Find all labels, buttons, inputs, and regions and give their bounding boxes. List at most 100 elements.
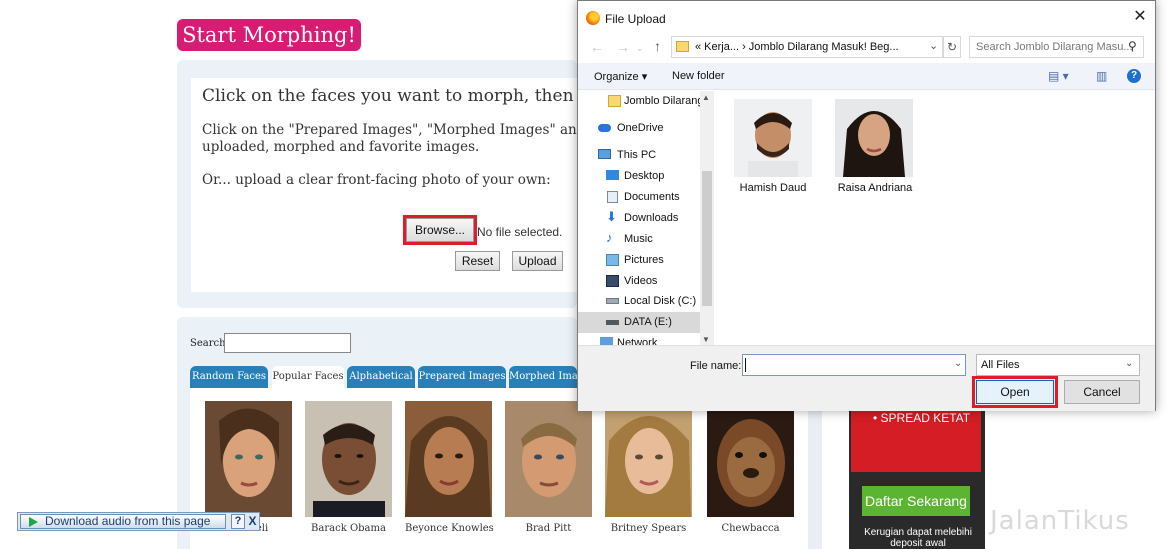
face-thumbnail[interactable] [605, 401, 692, 517]
nav-item-label: Music [624, 233, 653, 245]
nav-item-documents[interactable]: Documents [578, 187, 700, 208]
dialog-toolbar: Organize ▾ New folder ▤ ▾ ▥ ? [578, 63, 1155, 90]
ad-disclaimer: Kerugian dapat melebihi deposit awal [864, 527, 972, 549]
cancel-button[interactable]: Cancel [1064, 380, 1140, 404]
download-audio-bar: Download audio from this page ? X [17, 512, 260, 531]
nav-item-pictures[interactable]: Pictures [578, 250, 700, 271]
download-audio-link[interactable]: Download audio from this page [20, 514, 226, 529]
back-arrow-icon[interactable]: ← [590, 39, 604, 55]
file-type-select[interactable]: All Files ⌄ [976, 354, 1140, 376]
face-thumbnail[interactable] [707, 401, 794, 517]
chevron-down-icon: ⌄ [1125, 358, 1134, 369]
file-thumbnail[interactable] [734, 99, 812, 177]
face-search-input[interactable] [224, 333, 351, 353]
music-icon: ♪ [606, 230, 613, 245]
nav-item-label: This PC [617, 149, 657, 161]
cloud-icon [598, 124, 611, 132]
file-name-label[interactable]: Hamish Daud [734, 182, 812, 194]
folder-search-input[interactable]: Search Jomblo Dilarang Masu... ⚲ [969, 36, 1144, 58]
faces-scrollbar[interactable] [808, 410, 822, 549]
help-button[interactable]: ? [231, 514, 245, 529]
firefox-icon [586, 11, 600, 25]
nav-item-label: OneDrive [617, 122, 664, 134]
scroll-up-icon[interactable]: ▲ [702, 93, 710, 102]
search-placeholder: Search Jomblo Dilarang Masu... [976, 41, 1133, 53]
chevron-down-icon[interactable]: ⌄ [954, 358, 962, 369]
nav-item-data-drive[interactable]: DATA (E:) [578, 312, 700, 333]
desktop-icon [606, 170, 619, 180]
up-arrow-icon[interactable]: ↑ [654, 38, 661, 54]
organize-button[interactable]: Organize ▾ [594, 70, 647, 83]
face-thumbnail[interactable] [305, 401, 392, 517]
upload-button[interactable]: Upload [512, 251, 563, 271]
intro-heading: Click on the faces you want to morph, th… [202, 86, 577, 106]
file-name-label-text: File name: [690, 360, 742, 372]
tab-morphed-images[interactable]: Morphed Imag [509, 366, 577, 388]
file-thumbnail[interactable] [835, 99, 913, 177]
open-button[interactable]: Open [972, 376, 1058, 408]
dialog-title: File Upload [605, 12, 666, 26]
close-icon[interactable]: ✕ [1130, 7, 1150, 27]
ad-headline: • SPREAD KETAT [851, 410, 981, 472]
help-icon[interactable]: ? [1127, 69, 1141, 83]
ad-cta-button[interactable]: Daftar Sekarang [862, 486, 970, 516]
network-icon [600, 337, 613, 345]
preview-pane-icon[interactable]: ▥ [1096, 69, 1107, 83]
nav-item-onedrive[interactable]: OneDrive [578, 118, 700, 139]
nav-item-label: Desktop [624, 170, 665, 182]
nav-item-jomblo[interactable]: Jomblo Dilarang [578, 91, 704, 112]
address-bar[interactable]: « Kerja... › Jomblo Dilarang Masuk! Beg.… [671, 36, 943, 58]
text-caret [745, 358, 746, 372]
intro-text: Click on the "Prepared Images", "Morphed… [202, 122, 577, 155]
tab-alphabetical[interactable]: Alphabetical [347, 366, 415, 388]
file-name-input[interactable]: ⌄ [742, 354, 966, 376]
nav-item-label: Local Disk (C:) [624, 295, 697, 307]
refresh-icon[interactable]: ↻ [943, 36, 961, 58]
chevron-down-icon[interactable]: ⌄ [929, 39, 938, 52]
face-thumbnail[interactable] [405, 401, 492, 517]
file-name-label[interactable]: Raisa Andriana [830, 182, 920, 194]
new-folder-button[interactable]: New folder [672, 70, 725, 82]
nav-item-this-pc[interactable]: This PC [578, 145, 700, 166]
nav-item-label: Downloads [624, 212, 679, 224]
upload-prompt: Or... upload a clear front-facing photo … [202, 172, 551, 188]
nav-item-music[interactable]: ♪ Music [578, 229, 700, 250]
tab-popular-faces[interactable]: Popular Faces [272, 366, 344, 388]
forward-arrow-icon[interactable]: → [616, 39, 630, 55]
face-thumbnail[interactable] [205, 401, 292, 517]
download-audio-label: Download audio from this page [45, 514, 211, 528]
nav-item-label: Network [617, 337, 658, 345]
nav-item-label: Jomblo Dilarang [624, 95, 704, 107]
face-name: Barack Obama [311, 523, 386, 534]
nav-item-downloads[interactable]: ⬇ Downloads [578, 208, 700, 229]
navigation-pane: Jomblo Dilarang OneDrive This PC Desktop… [578, 91, 714, 345]
face-name: Chewbacca [721, 523, 780, 534]
start-morphing-button[interactable]: Start Morphing! [177, 19, 361, 51]
documents-icon [607, 191, 618, 203]
reset-button[interactable]: Reset [455, 251, 500, 271]
nav-item-videos[interactable]: Videos [578, 271, 700, 292]
nav-item-desktop[interactable]: Desktop [578, 166, 700, 187]
watermark: JalanTikus [990, 506, 1130, 536]
drive-icon [606, 320, 619, 325]
scroll-down-icon[interactable]: ▼ [702, 335, 710, 344]
play-icon [29, 517, 38, 527]
browse-button[interactable]: Browse... [403, 215, 477, 245]
folder-icon [608, 95, 621, 107]
tab-random-faces[interactable]: Random Faces [190, 366, 268, 388]
face-name: Brad Pitt [525, 523, 572, 534]
tab-prepared-images[interactable]: Prepared Images [418, 366, 506, 388]
nav-item-local-disk[interactable]: Local Disk (C:) [578, 291, 700, 312]
nav-item-label: Videos [624, 275, 658, 287]
nav-item-network[interactable]: Network [578, 333, 700, 345]
address-path: « Kerja... › Jomblo Dilarang Masuk! Beg.… [695, 41, 899, 53]
file-upload-dialog: File Upload ✕ ← → ⌄ ↑ « Kerja... › Jombl… [577, 0, 1156, 411]
file-type-value: All Files [981, 359, 1020, 371]
dialog-titlebar[interactable]: File Upload ✕ [578, 1, 1155, 35]
close-bar-button[interactable]: X [246, 514, 259, 529]
nav-scrollbar-thumb[interactable] [702, 171, 712, 306]
view-options-icon[interactable]: ▤ ▾ [1048, 69, 1069, 83]
nav-item-label: Pictures [624, 254, 664, 266]
face-thumbnail[interactable] [505, 401, 592, 517]
recent-locations-icon[interactable]: ⌄ [636, 43, 644, 54]
